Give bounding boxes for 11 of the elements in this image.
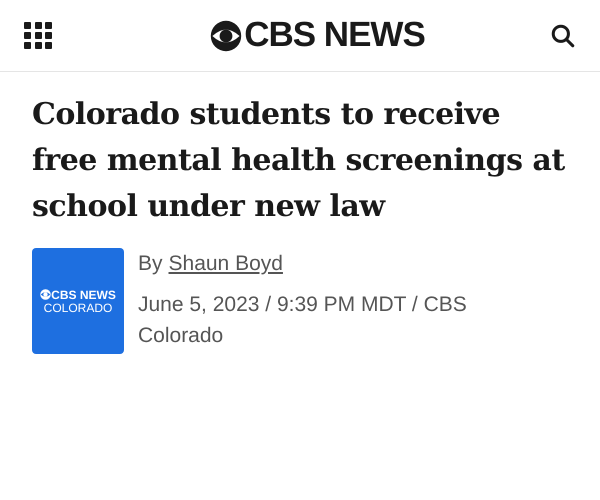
author-link[interactable]: Shaun Boyd (168, 248, 283, 279)
eye-logo-icon (40, 289, 52, 300)
brand-logo[interactable]: CBS NEWS (244, 9, 425, 62)
station-logo-text: COLORADO (44, 302, 112, 314)
station-logo-text: CBS NEWS (51, 288, 116, 300)
publish-date: June 5, 2023 / 9:39 PM MDT / CBS Colorado (138, 292, 468, 349)
eye-logo-icon (210, 20, 242, 52)
search-icon[interactable] (550, 22, 576, 48)
byline-prefix: By (138, 251, 163, 277)
menu-grid-icon[interactable] (24, 22, 53, 49)
article-headline: Colorado students to receive free mental health screenings at school under new law (31, 96, 566, 226)
